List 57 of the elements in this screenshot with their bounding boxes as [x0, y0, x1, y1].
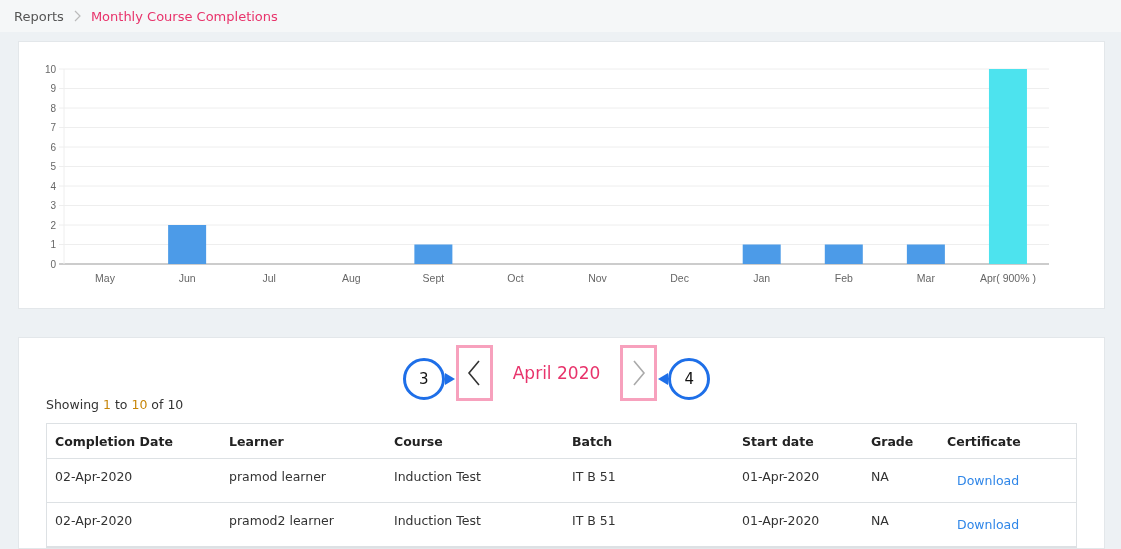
- axis-label: Jan: [753, 272, 771, 284]
- axis-label: Mar: [916, 272, 935, 284]
- period-label: April 2020: [512, 363, 601, 383]
- bar: [824, 244, 863, 264]
- axis-label: 9: [50, 83, 56, 94]
- table-cell-text: IT B 51: [572, 512, 617, 528]
- column-header: Certificate: [947, 433, 1022, 449]
- axis-label: Oct: [507, 272, 524, 284]
- axis-label: 2: [50, 219, 56, 231]
- table-cell-text: 01-Apr-2020: [742, 512, 821, 528]
- chevron-right-icon: [631, 360, 646, 386]
- axis-label: Aug: [341, 272, 361, 284]
- table-cell-text: 02-Apr-2020: [55, 512, 134, 528]
- column-header: Grade: [871, 433, 915, 449]
- axis-label: 5: [50, 161, 56, 172]
- download-link[interactable]: Download: [957, 503, 1076, 532]
- axis-label: Nov: [588, 272, 607, 284]
- table-cell-text: NA: [871, 512, 890, 528]
- axis-label: May: [95, 272, 115, 284]
- axis-label: 1: [50, 239, 56, 250]
- breadcrumb-item[interactable]: Monthly Course Completions: [90, 8, 278, 24]
- axis-label: 4: [50, 180, 56, 192]
- column-header: Course: [394, 433, 444, 449]
- axis-label: Dec: [670, 272, 689, 284]
- table-cell-text: 02-Apr-2020: [55, 468, 134, 484]
- table-cell-text: pramod learner: [229, 468, 327, 484]
- axis-label: Jul: [262, 272, 276, 284]
- bar: [742, 244, 781, 264]
- column-header: Batch: [572, 433, 614, 449]
- bar: [906, 244, 945, 264]
- axis-label: Apr( 900% ): [979, 272, 1036, 284]
- table-cell-text: IT B 51: [572, 468, 617, 484]
- axis-label: 10: [44, 63, 56, 75]
- axis-label: 3: [50, 200, 56, 211]
- axis-label: Sept: [422, 272, 445, 284]
- bar: [168, 225, 207, 264]
- chevron-left-icon: [467, 360, 482, 386]
- bar: [414, 244, 453, 264]
- column-header: Learner: [229, 433, 285, 449]
- column-header: Start date: [742, 433, 815, 449]
- table-cell-text: Induction Test: [394, 468, 482, 484]
- column-header: Completion Date: [55, 433, 174, 449]
- axis-label: 0: [50, 258, 56, 270]
- table-cell-text: Induction Test: [394, 512, 482, 528]
- axis-label: 8: [50, 102, 56, 114]
- axis-label: 6: [50, 141, 56, 153]
- results-summary: Showing 1 to 10 of 10: [46, 397, 185, 412]
- axis-label: 7: [50, 122, 56, 133]
- chevron-right-icon: [73, 10, 81, 22]
- breadcrumb-item[interactable]: Reports: [14, 8, 64, 24]
- table-cell-text: 01-Apr-2020: [742, 468, 821, 484]
- axis-label: Jun: [178, 272, 196, 284]
- axis-label: Feb: [834, 272, 853, 284]
- table-cell-text: NA: [871, 468, 890, 484]
- download-link[interactable]: Download: [957, 459, 1076, 488]
- previous-button[interactable]: [455, 345, 493, 401]
- table-cell-text: pramod2 learner: [229, 512, 335, 528]
